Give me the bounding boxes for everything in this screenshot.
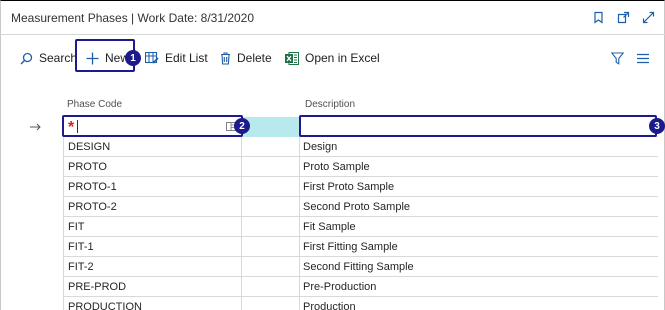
phase-code-cell[interactable]: FIT-2 xyxy=(63,257,242,277)
open-in-new-window-icon[interactable] xyxy=(617,11,630,24)
plus-icon xyxy=(86,52,99,65)
table-row[interactable]: PROTO-1 First Proto Sample xyxy=(0,177,665,197)
filter-icon xyxy=(611,51,624,65)
description-cell[interactable]: Pre-Production xyxy=(300,277,658,297)
table-row[interactable]: FIT-2 Second Fitting Sample xyxy=(0,257,665,277)
callout-badge-3: 3 xyxy=(649,118,665,134)
action-bar: Search New Edit List Delete Open in Exce… xyxy=(0,44,665,72)
phase-code-cell[interactable]: PRODUCTION xyxy=(63,297,242,310)
trash-icon xyxy=(220,51,231,65)
spacer-cell xyxy=(242,297,300,310)
description-cell[interactable]: Proto Sample xyxy=(300,157,658,177)
page-title: Measurement Phases | Work Date: 8/31/202… xyxy=(11,10,255,25)
description-cell[interactable]: First Proto Sample xyxy=(300,177,658,197)
description-cell[interactable]: Second Fitting Sample xyxy=(300,257,658,277)
new-phase-code-input[interactable]: * xyxy=(63,117,242,137)
description-cell[interactable]: Design xyxy=(300,137,658,157)
phase-code-cell[interactable]: PROTO-2 xyxy=(63,197,242,217)
delete-label: Delete xyxy=(237,51,272,65)
expand-icon[interactable] xyxy=(642,11,655,24)
table-row[interactable]: PROTO-2 Second Proto Sample xyxy=(0,197,665,217)
callout-badge-2: 2 xyxy=(234,118,250,134)
open-in-excel-button[interactable]: Open in Excel xyxy=(285,44,380,72)
description-cell[interactable]: First Fitting Sample xyxy=(300,237,658,257)
phase-code-cell[interactable]: FIT xyxy=(63,217,242,237)
table-row[interactable]: DESIGN Design xyxy=(0,137,665,157)
spacer-cell xyxy=(242,157,300,177)
table-row[interactable]: FIT-1 First Fitting Sample xyxy=(0,237,665,257)
phase-code-cell[interactable]: PROTO-1 xyxy=(63,177,242,197)
spacer-cell xyxy=(242,197,300,217)
spacer-cell xyxy=(242,177,300,197)
phase-code-cell[interactable]: FIT-1 xyxy=(63,237,242,257)
column-header-description[interactable]: Description xyxy=(305,99,355,110)
new-row[interactable]: * xyxy=(0,117,665,137)
delete-button[interactable]: Delete xyxy=(220,44,272,72)
spacer-cell xyxy=(242,257,300,277)
search-icon xyxy=(20,52,33,65)
new-button[interactable]: New xyxy=(86,44,129,72)
list-icon xyxy=(637,53,649,64)
table-row[interactable]: PRODUCTION Production xyxy=(0,297,665,310)
selected-cell[interactable] xyxy=(242,117,300,137)
column-header-phase-code[interactable]: Phase Code xyxy=(67,99,122,110)
table-row[interactable]: PRE-PROD Pre-Production xyxy=(0,277,665,297)
filter-button[interactable] xyxy=(611,44,624,72)
spacer-cell xyxy=(242,237,300,257)
phase-code-cell[interactable]: DESIGN xyxy=(63,137,242,157)
edit-list-button[interactable]: Edit List xyxy=(145,44,208,72)
table-row[interactable]: PROTO Proto Sample xyxy=(0,157,665,177)
phase-code-cell[interactable]: PRE-PROD xyxy=(63,277,242,297)
spacer-cell xyxy=(242,137,300,157)
search-label: Search xyxy=(39,51,78,65)
required-icon: * xyxy=(68,119,75,136)
description-cell[interactable]: Production xyxy=(300,297,658,310)
current-row-arrow-icon xyxy=(30,117,50,137)
description-cell[interactable]: Fit Sample xyxy=(300,217,658,237)
edit-list-label: Edit List xyxy=(165,51,208,65)
title-actions xyxy=(592,11,655,24)
text-caret xyxy=(77,120,79,133)
spacer-cell xyxy=(242,217,300,237)
new-description-input[interactable] xyxy=(300,117,658,137)
phase-code-cell[interactable]: PROTO xyxy=(63,157,242,177)
callout-badge-1: 1 xyxy=(125,50,141,66)
title-bar: Measurement Phases | Work Date: 8/31/202… xyxy=(0,1,665,35)
description-cell[interactable]: Second Proto Sample xyxy=(300,197,658,217)
edit-list-icon xyxy=(145,52,159,64)
search-button[interactable]: Search xyxy=(20,44,77,72)
spacer-cell xyxy=(242,277,300,297)
bookmark-icon[interactable] xyxy=(592,11,605,24)
open-in-excel-label: Open in Excel xyxy=(305,51,380,65)
list-view-button[interactable] xyxy=(637,44,649,72)
table-row[interactable]: FIT Fit Sample xyxy=(0,217,665,237)
excel-icon xyxy=(285,51,299,65)
